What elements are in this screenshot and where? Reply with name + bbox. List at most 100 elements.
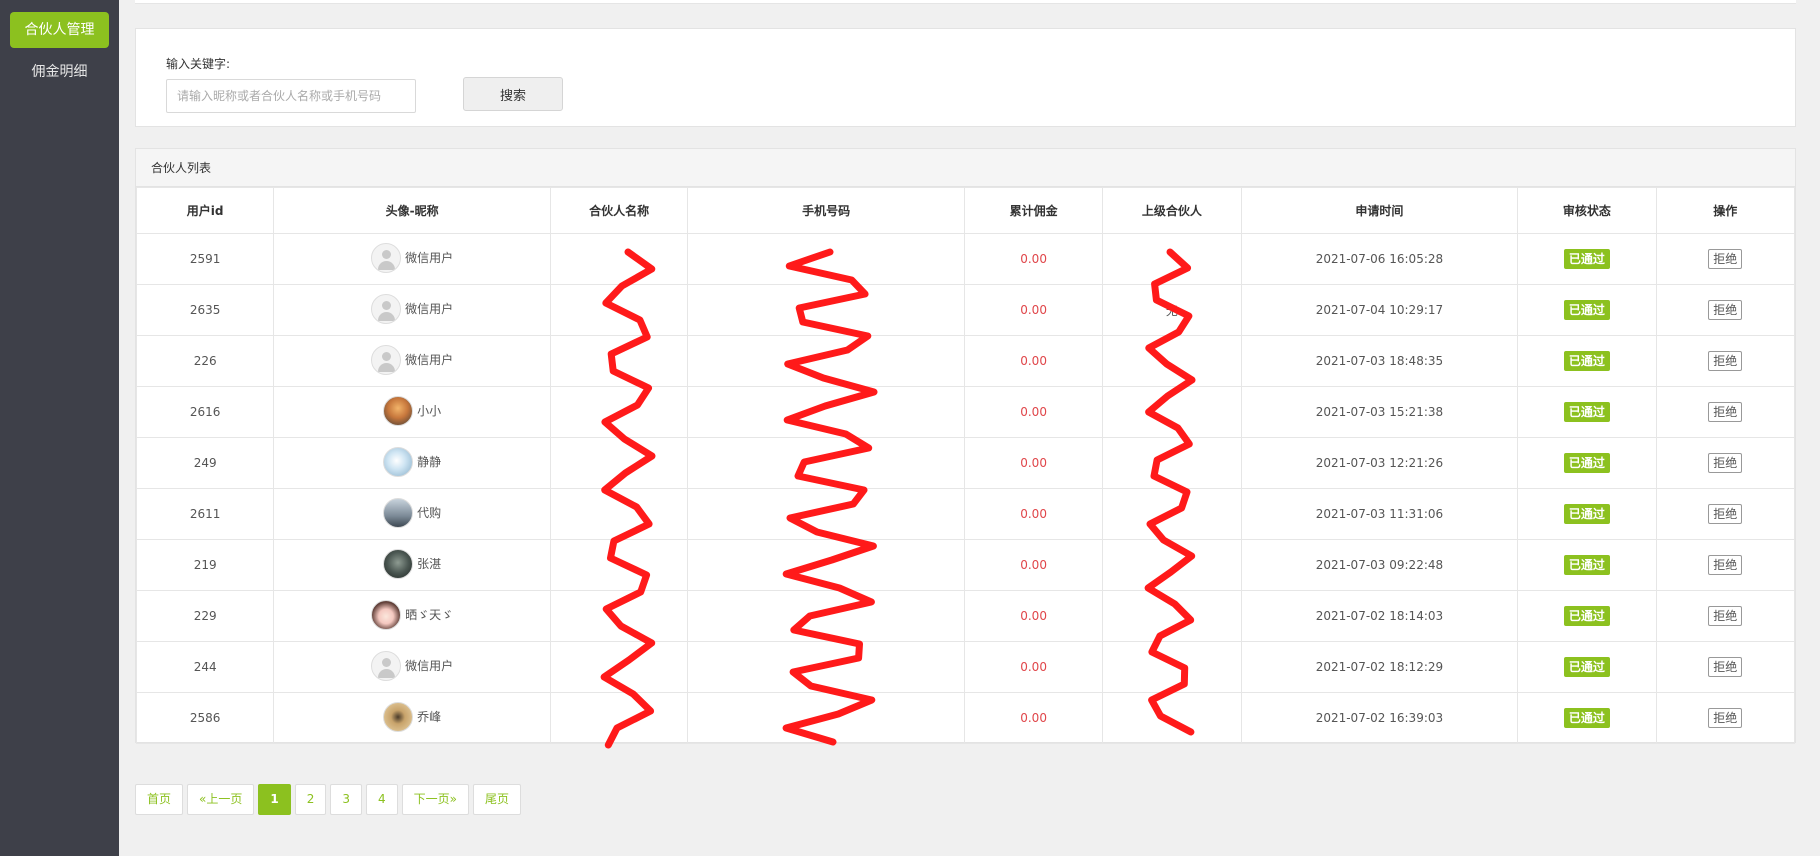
cell-avatar-nickname: 乔峰 [273,692,551,744]
cell-partner-name [549,692,689,744]
cell-user-id: 229 [135,590,275,642]
cell-superior [1102,539,1242,591]
status-badge: 已通过 [1563,453,1610,473]
cell-avatar-nickname: 静静 [273,437,551,489]
cell-user-id: 219 [135,539,275,591]
cell-status: 已通过 [1517,641,1657,693]
cell-status: 已通过 [1517,437,1657,489]
cell-partner-name [549,233,689,285]
cell-superior [1102,335,1242,387]
cell-phone [687,233,965,285]
cell-action: 拒绝 [1655,437,1796,489]
cell-partner-name [549,488,689,540]
cell-user-id: 2586 [135,692,275,744]
cell-commission: 0.00 [963,233,1104,285]
cell-avatar-nickname: 小小 [273,386,551,438]
cell-apply-time: 2021-07-04 10:29:17 [1240,284,1519,336]
cell-user-id: 2611 [135,488,275,540]
cell-action: 拒绝 [1655,488,1796,540]
cell-status: 已通过 [1517,539,1657,591]
cell-commission: 0.00 [963,488,1104,540]
cell-phone [687,692,965,744]
partner-table: 用户id 头像-昵称 合伙人名称 手机号码 累计佣金 上级合伙人 申请时间 审核… [135,187,1796,744]
cell-user-id: 249 [135,437,275,489]
cell-avatar-nickname: 代购 [273,488,551,540]
cell-partner-name [549,641,689,693]
cell-superior [1102,386,1242,438]
cell-partner-name [549,590,689,642]
reject-button[interactable]: 拒绝 [1708,555,1743,575]
col-header-apply-time: 申请时间 [1240,187,1519,234]
page-link-7[interactable]: 尾页 [472,784,521,815]
table-body: 2591 微信用户 0.00 2021-07-06 16:05:28 已通过 拒绝 2635… [135,233,1796,744]
table-row: 244 微信用户 0.00 2021-07-02 18:12:29 已通过 拒绝 [135,641,1796,693]
page-link-3[interactable]: 2 [294,784,327,815]
nickname: 微信用户 [405,353,454,367]
avatar [383,701,414,732]
table-row: 219 张湛 0.00 2021-07-03 09:22:48 已通过 拒绝 [135,539,1796,591]
status-badge: 已通过 [1563,249,1610,269]
reject-button[interactable]: 拒绝 [1708,453,1743,473]
col-header-partner-name: 合伙人名称 [549,187,689,234]
status-badge: 已通过 [1563,555,1610,575]
nickname: 代购 [417,506,442,520]
page-link-1[interactable]: «上一页 [187,784,255,815]
cell-commission: 0.00 [963,386,1104,438]
cell-commission: 0.00 [963,335,1104,387]
search-button[interactable]: 搜索 [463,77,563,111]
cell-phone [687,590,965,642]
table-row: 2611 代购 0.00 2021-07-03 11:31:06 已通过 拒绝 [135,488,1796,540]
table-row: 249 静静 0.00 2021-07-03 12:21:26 已通过 拒绝 [135,437,1796,489]
cell-phone [687,386,965,438]
search-panel: 输入关键字: 搜索 [135,28,1796,127]
avatar-default-icon [371,344,402,375]
status-badge: 已通过 [1563,402,1610,422]
reject-button[interactable]: 拒绝 [1708,249,1743,269]
search-input[interactable] [166,79,416,113]
status-badge: 已通过 [1563,504,1610,524]
reject-button[interactable]: 拒绝 [1708,402,1743,422]
cell-superior [1102,233,1242,285]
sidebar: 合伙人管理 佣金明细 [0,0,119,856]
sidebar-item-commission-details[interactable]: 佣金明细 [10,54,109,90]
cell-phone [687,335,965,387]
page-link-0[interactable]: 首页 [135,784,184,815]
reject-button[interactable]: 拒绝 [1708,708,1743,728]
cell-partner-name [549,437,689,489]
cell-status: 已通过 [1517,233,1657,285]
page-link-4[interactable]: 3 [330,784,362,815]
nickname: 乔峰 [417,710,442,724]
cell-apply-time: 2021-07-02 16:39:03 [1240,692,1519,744]
reject-button[interactable]: 拒绝 [1708,300,1743,320]
cell-partner-name [549,539,689,591]
table-row: 226 微信用户 0.00 2021-07-03 18:48:35 已通过 拒绝 [135,335,1796,387]
cell-partner-name [549,284,689,336]
partner-list-panel: 合伙人列表 用户id 头像-昵称 合伙人名称 手机号码 累计佣金 上级合伙人 申… [135,148,1796,744]
page-link-2[interactable]: 1 [258,784,291,815]
nickname: 微信用户 [405,659,454,673]
cell-commission: 0.00 [963,590,1104,642]
page-link-5[interactable]: 4 [366,784,398,815]
cell-phone [687,539,965,591]
avatar [371,599,402,630]
cell-avatar-nickname: 张湛 [273,539,551,591]
col-header-phone: 手机号码 [687,187,965,234]
cell-avatar-nickname: 晒ゞ天ゞ [273,590,551,642]
col-header-action: 操作 [1655,187,1796,234]
cell-apply-time: 2021-07-03 11:31:06 [1240,488,1519,540]
cell-action: 拒绝 [1655,386,1796,438]
cell-action: 拒绝 [1655,233,1796,285]
reject-button[interactable]: 拒绝 [1708,606,1743,626]
reject-button[interactable]: 拒绝 [1708,351,1743,371]
cell-superior [1102,488,1242,540]
sidebar-item-partner-management[interactable]: 合伙人管理 [10,12,109,48]
cell-superior [1102,590,1242,642]
nickname: 晒ゞ天ゞ [405,608,454,622]
reject-button[interactable]: 拒绝 [1708,657,1743,677]
cell-status: 已通过 [1517,335,1657,387]
reject-button[interactable]: 拒绝 [1708,504,1743,524]
table-row: 229 晒ゞ天ゞ 0.00 2021-07-02 18:14:03 已通过 拒绝 [135,590,1796,642]
status-badge: 已通过 [1563,300,1610,320]
cell-status: 已通过 [1517,284,1657,336]
page-link-6[interactable]: 下一页» [401,784,469,815]
